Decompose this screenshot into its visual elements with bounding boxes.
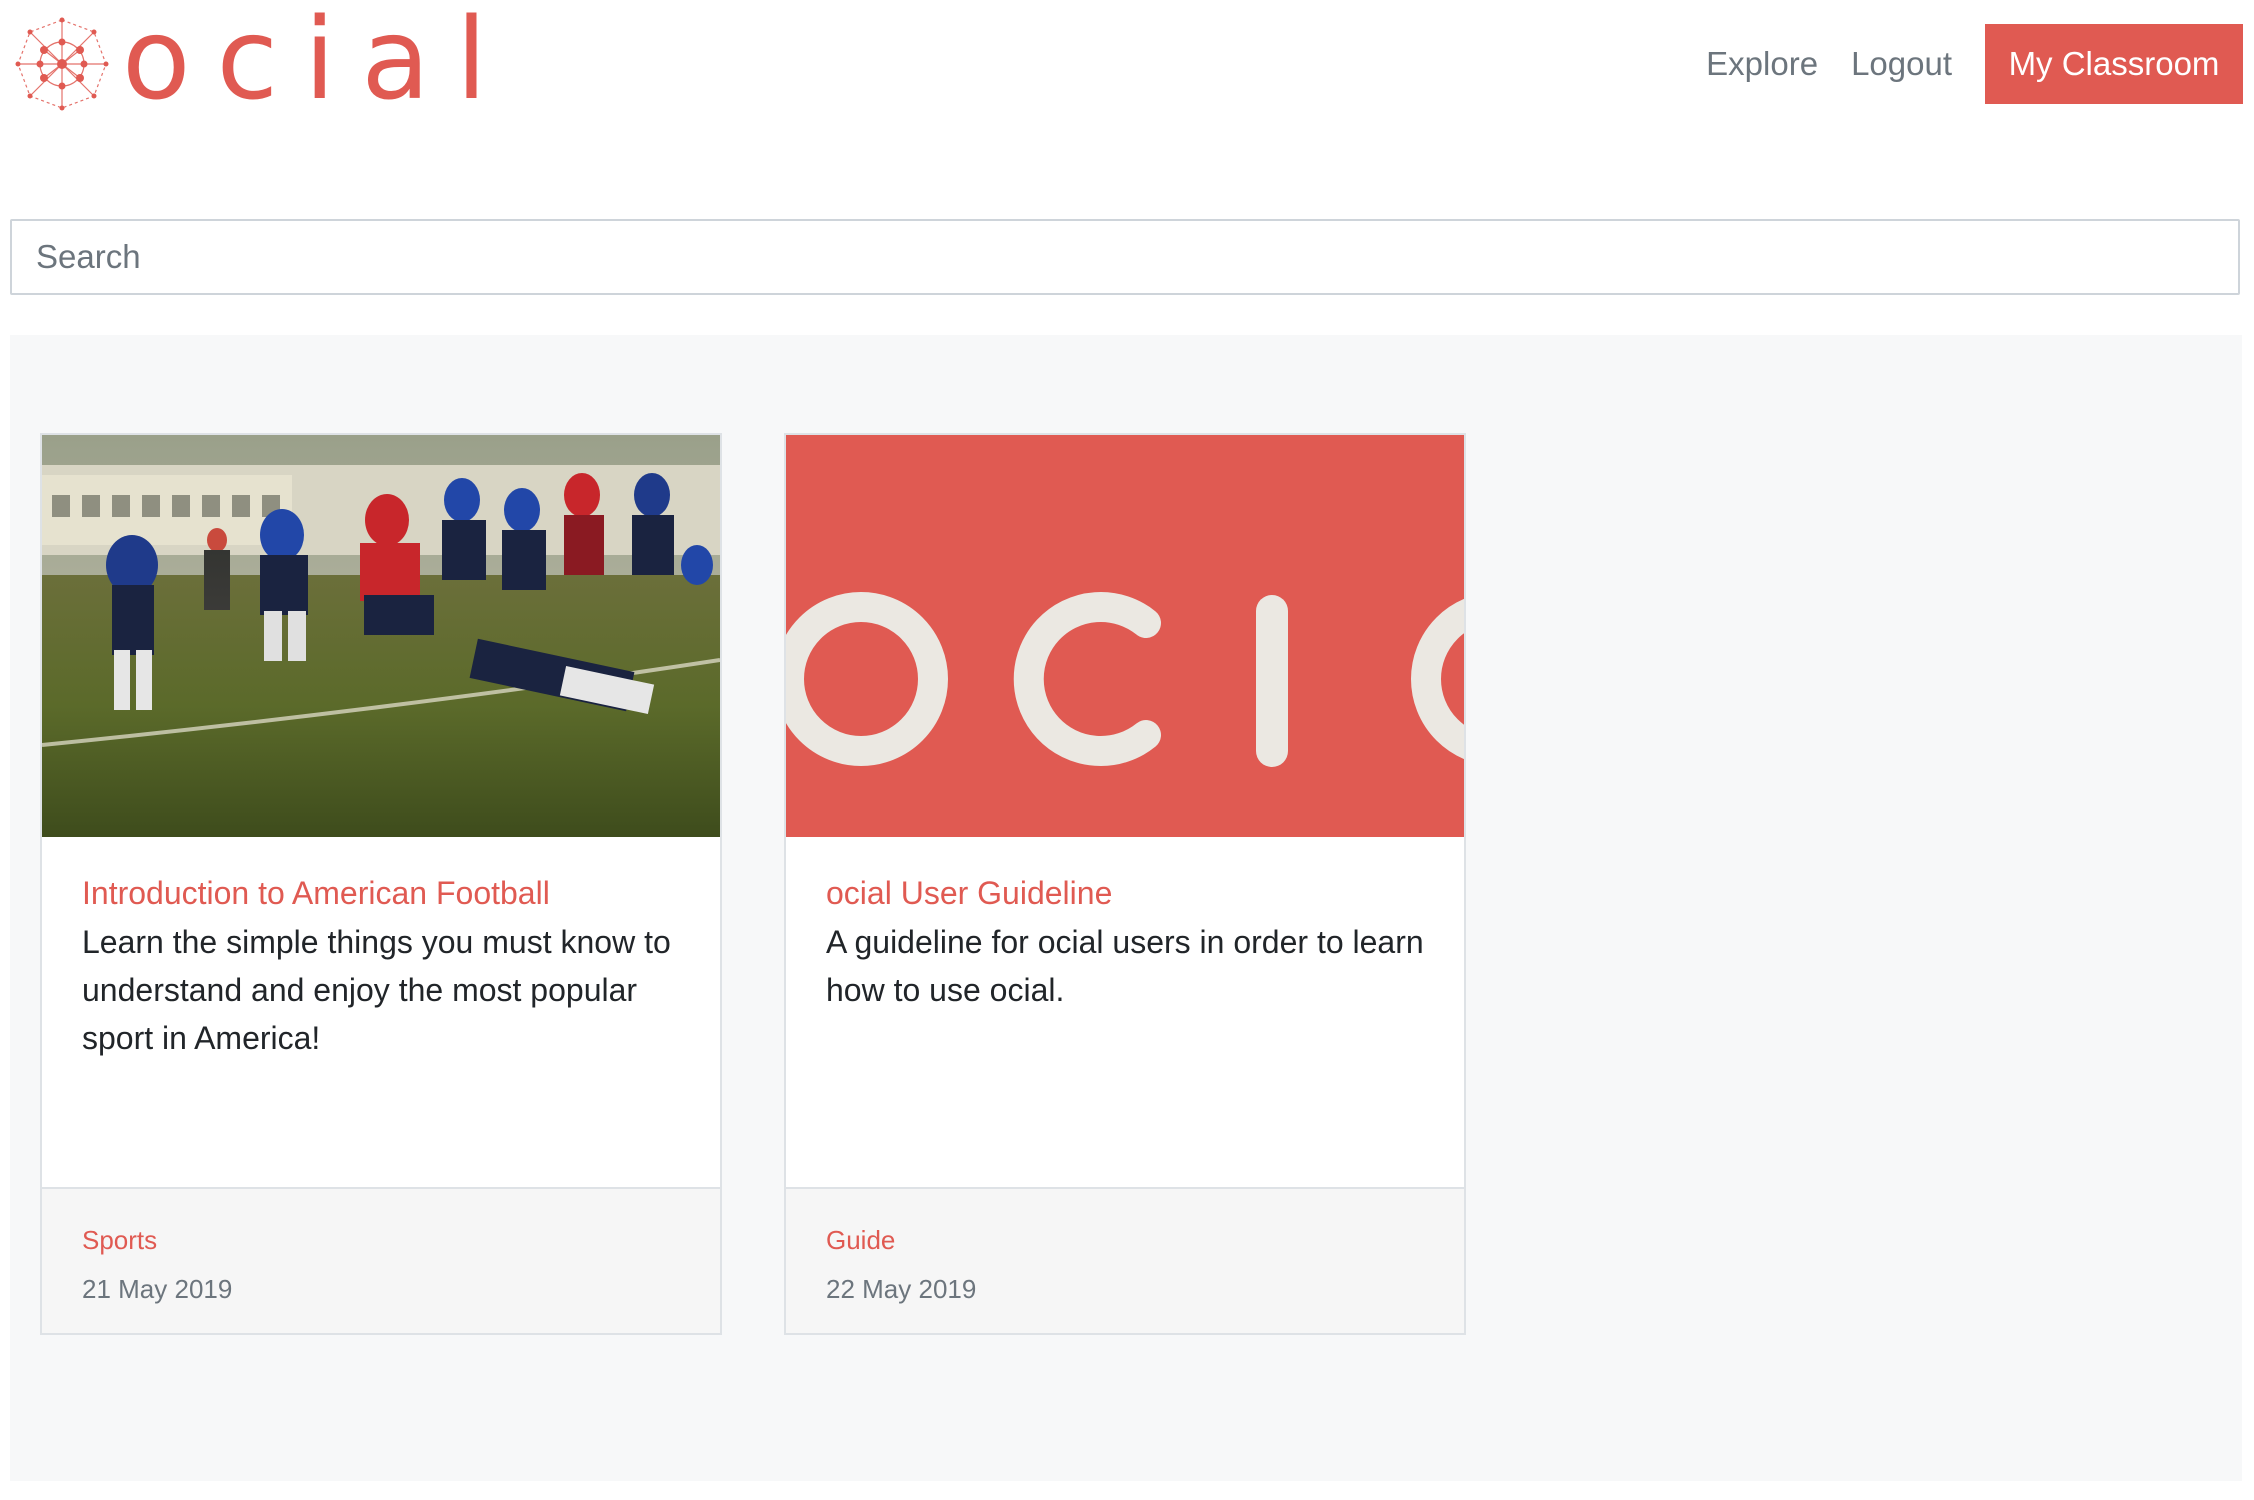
ocial-banner-illustration: [786, 435, 1464, 837]
top-navbar: ocial Explore Logout My Classroom: [0, 0, 2254, 130]
course-grid: Introduction to American Football Learn …: [10, 335, 2242, 1481]
brand-logo[interactable]: ocial: [14, 4, 513, 120]
nav-explore-link[interactable]: Explore: [1706, 45, 1818, 83]
course-description: A guideline for ocial users in order to …: [826, 924, 1424, 1008]
network-logo-icon: [15, 17, 109, 111]
course-card-body: ocial User Guideline A guideline for oci…: [786, 837, 1464, 1187]
course-category[interactable]: Sports: [82, 1225, 680, 1256]
course-title[interactable]: Introduction to American Football: [82, 875, 680, 912]
football-photo-illustration: [42, 435, 720, 837]
search-input[interactable]: [10, 219, 2240, 295]
course-date: 22 May 2019: [826, 1274, 977, 1304]
course-title[interactable]: ocial User Guideline: [826, 875, 1424, 912]
brand-wordmark: ocial: [122, 0, 513, 125]
course-card[interactable]: ocial User Guideline A guideline for oci…: [784, 433, 1466, 1335]
nav-links: Explore Logout My Classroom: [1706, 24, 2243, 104]
course-card[interactable]: Introduction to American Football Learn …: [40, 433, 722, 1335]
my-classroom-button[interactable]: My Classroom: [1985, 24, 2243, 104]
course-card-footer: Guide 22 May 2019: [786, 1187, 1464, 1333]
course-description: Learn the simple things you must know to…: [82, 924, 671, 1056]
course-date: 21 May 2019: [82, 1274, 233, 1304]
search-bar: [10, 219, 2240, 295]
course-image-guideline[interactable]: [786, 435, 1464, 837]
course-category[interactable]: Guide: [826, 1225, 1424, 1256]
course-image-football[interactable]: [42, 435, 720, 837]
course-card-body: Introduction to American Football Learn …: [42, 837, 720, 1187]
nav-logout-link[interactable]: Logout: [1851, 45, 1952, 83]
course-card-footer: Sports 21 May 2019: [42, 1187, 720, 1333]
